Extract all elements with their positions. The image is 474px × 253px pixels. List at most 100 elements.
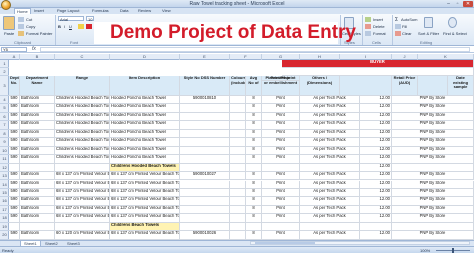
column-title[interactable]: Range — [55, 76, 110, 96]
cell-style[interactable] — [180, 138, 230, 147]
cell-name[interactable]: Bathroom — [20, 104, 55, 113]
cell-name[interactable]: Bathroom — [20, 188, 55, 198]
cell-style[interactable]: 5900010810 — [180, 96, 230, 105]
row-header[interactable]: 8 — [0, 130, 9, 139]
cell-item[interactable]: Hooded Poncho Beach Towel — [110, 121, 180, 130]
row-header[interactable]: 16 — [0, 197, 9, 206]
close-button[interactable]: ✕ — [463, 1, 473, 7]
cell-item[interactable]: 68 x 137 cm Printed Velour Beach Towel — [110, 188, 180, 198]
cell-o[interactable]: As per Tech Pack — [300, 129, 360, 139]
format-cells-icon[interactable] — [365, 31, 371, 36]
cell-p[interactable]: Print — [262, 155, 300, 164]
column-title[interactable]: Others / (Dimensions) — [300, 76, 340, 96]
column-title[interactable]: Print/Plain — [262, 76, 300, 81]
cell-name[interactable] — [20, 222, 55, 232]
cell-s[interactable]: PNP By Store — [392, 155, 474, 164]
row-header[interactable]: 17 — [0, 206, 9, 215]
cell-price[interactable]: 12.00 — [360, 180, 392, 189]
cell-o[interactable]: As per Tech Pack — [300, 138, 360, 147]
cell-style[interactable] — [180, 188, 230, 198]
cell-price[interactable]: 12.00 — [360, 214, 392, 223]
cell-dept[interactable]: 590 — [9, 104, 20, 113]
cell-range[interactable]: Childrens Hooded Beach Towels — [55, 121, 110, 130]
cell-c2[interactable]: 8 — [246, 138, 262, 147]
cell-c2[interactable]: 8 — [246, 172, 262, 181]
cell-p[interactable]: Print — [262, 129, 300, 139]
cell-price[interactable]: 12.00 — [360, 121, 392, 130]
row-header[interactable]: 19 — [0, 223, 9, 232]
cell-style[interactable] — [180, 146, 230, 156]
cell-range[interactable] — [55, 163, 110, 173]
cell-c1[interactable] — [230, 231, 246, 240]
cell-c2[interactable]: 8 — [246, 104, 262, 113]
cell-c2[interactable]: 8 — [246, 155, 262, 164]
column-title[interactable]: Avg No of — [246, 76, 262, 96]
insert-cells-button[interactable]: Insert — [373, 17, 383, 22]
cell-price[interactable]: 12.00 — [360, 96, 392, 105]
cell-c2[interactable]: 8 — [246, 112, 262, 122]
cell-c2[interactable]: 8 — [246, 231, 262, 240]
cell-range[interactable]: Childrens Hooded Beach Towels — [55, 155, 110, 164]
format-painter-button[interactable]: Format Painter — [26, 31, 52, 36]
cell-name[interactable]: Bathroom — [20, 129, 55, 139]
cell-style[interactable] — [180, 121, 230, 130]
cell-item[interactable]: 68 x 137 cm Printed Velour Beach Towel — [110, 197, 180, 206]
cell-dept[interactable]: 590 — [9, 172, 20, 181]
cell-range[interactable]: Childrens Hooded Beach Towels — [55, 112, 110, 122]
cell-dept[interactable] — [9, 163, 20, 173]
find-select-button[interactable]: Find & Select — [443, 31, 467, 36]
fill-button[interactable]: Fill — [402, 24, 407, 29]
cell-range[interactable]: 68 x 137 cm Printed Velour Beach Towel — [55, 205, 110, 215]
row-header[interactable]: 20 — [0, 231, 9, 240]
insert-cells-icon[interactable] — [365, 17, 371, 22]
cell-style[interactable] — [180, 163, 230, 173]
cell-range[interactable]: 68 x 137 cm Printed Velour Beach Towel — [55, 214, 110, 223]
cell-price[interactable]: 12.00 — [360, 163, 392, 173]
row-header[interactable]: 4 — [0, 96, 9, 105]
cell-item[interactable]: 68 x 137 cm Printed Velour Beach Towel & — [110, 231, 180, 240]
cell-s[interactable] — [392, 163, 474, 173]
cell-dept[interactable] — [9, 222, 20, 232]
office-button-icon[interactable] — [1, 0, 11, 10]
cell-p[interactable]: Print — [262, 138, 300, 147]
cell-o[interactable]: As per Tech Pack — [300, 197, 360, 206]
cell-c1[interactable] — [230, 112, 246, 122]
cell-c2[interactable]: 8 — [246, 180, 262, 189]
cell-s[interactable] — [392, 222, 474, 232]
cell-c1[interactable] — [230, 214, 246, 223]
cell-o[interactable]: As per Tech Pack — [300, 104, 360, 113]
cell-dept[interactable]: 590 — [9, 129, 20, 139]
cell-style[interactable] — [180, 155, 230, 164]
cell-c2[interactable]: 8 — [246, 121, 262, 130]
cell-s[interactable]: PNP By Store — [392, 96, 474, 105]
cell-p[interactable]: Print — [262, 214, 300, 223]
cell-o[interactable]: As per Tech Pack — [300, 146, 360, 156]
cell-name[interactable]: Bathroom — [20, 146, 55, 156]
cell-s[interactable]: PNP By Store — [392, 180, 474, 189]
cell-name[interactable]: Bathroom — [20, 138, 55, 147]
underline-icon[interactable]: U — [69, 24, 72, 29]
cell-style[interactable] — [180, 129, 230, 139]
cell-price[interactable]: 12.00 — [360, 138, 392, 147]
cell-p[interactable]: Print — [262, 112, 300, 122]
row-header[interactable]: 12 — [0, 164, 9, 173]
format-cells-button[interactable]: Format — [373, 31, 386, 36]
maximize-button[interactable]: ▫ — [453, 1, 462, 7]
cell-c1[interactable] — [230, 96, 246, 105]
cell-c2[interactable]: 8 — [246, 205, 262, 215]
cell-p[interactable] — [262, 222, 300, 232]
horizontal-scrollbar[interactable] — [250, 241, 470, 245]
italic-icon[interactable]: I — [64, 24, 65, 29]
column-title[interactable]: Dept. No. — [9, 76, 20, 96]
cell-price[interactable]: 12.00 — [360, 112, 392, 122]
cell-dept[interactable]: 590 — [9, 231, 20, 240]
cell-s[interactable]: PNP By Store — [392, 138, 474, 147]
cell-name[interactable]: Bathroom — [20, 155, 55, 164]
row-header[interactable]: 11 — [0, 155, 9, 164]
cell-item[interactable]: Hooded Poncho Beach Towel — [110, 112, 180, 122]
cell-dept[interactable]: 590 — [9, 138, 20, 147]
cell-style[interactable] — [180, 112, 230, 122]
row-header[interactable]: 15 — [0, 189, 9, 198]
cell-o[interactable]: As per Tech Pack — [300, 231, 360, 240]
cell-price[interactable]: 12.00 — [360, 155, 392, 164]
